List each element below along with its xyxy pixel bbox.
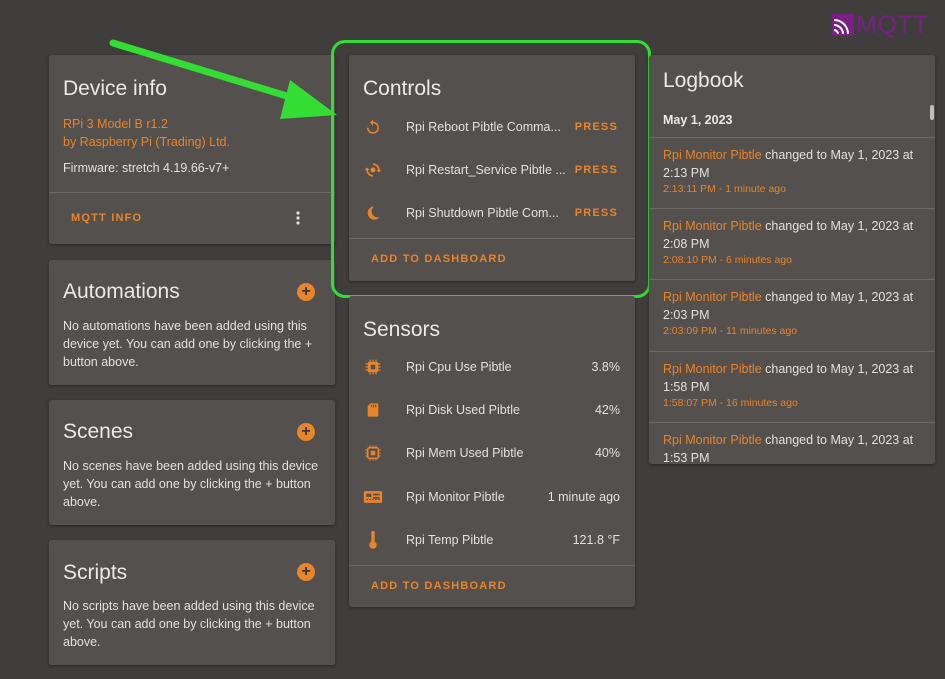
divider — [349, 238, 635, 239]
log-text-time: 2:13 PM — [663, 166, 710, 180]
divider — [649, 208, 935, 209]
log-text: changed to May 1, 2023 at — [761, 219, 914, 233]
sensors-title: Sensors — [363, 318, 441, 341]
sensor-value: 3.8% — [591, 359, 621, 374]
mqtt-waves-icon — [832, 14, 854, 36]
press-button[interactable]: PRESS — [575, 121, 618, 133]
automations-title: Automations — [63, 280, 180, 303]
logbook-card: Logbook May 1, 2023 Rpi Monitor Pibtle c… — [649, 55, 935, 464]
thermometer-icon — [363, 530, 383, 550]
sensor-label: Rpi Monitor Pibtle — [406, 489, 505, 504]
scenes-empty-text: No scenes have been added using this dev… — [63, 459, 319, 509]
device-firmware: Firmware: stretch 4.19.66-v7+ — [63, 161, 230, 175]
annotation-arrow-icon — [109, 39, 337, 119]
log-text: changed to May 1, 2023 at — [761, 290, 914, 304]
scenes-title: Scenes — [63, 420, 134, 443]
log-entity-link[interactable]: Rpi Monitor Pibtle — [663, 219, 762, 233]
log-text-time: 2:08 PM — [663, 237, 710, 251]
divider — [649, 279, 935, 280]
cpu-icon — [363, 357, 383, 377]
restart-icon — [363, 117, 383, 137]
sensor-row-mem[interactable]: Rpi Mem Used Pibtle 40% — [349, 431, 635, 474]
log-text-time: 1:53 PM — [663, 451, 710, 464]
log-entity-link[interactable]: Rpi Monitor Pibtle — [663, 148, 762, 162]
divider — [49, 192, 335, 193]
sensor-value: 40% — [594, 445, 620, 460]
press-button[interactable]: PRESS — [575, 164, 618, 176]
sensor-label: Rpi Disk Used Pibtle — [406, 402, 520, 417]
log-timestamp[interactable]: 2:08:10 PM - 6 minutes ago — [663, 254, 921, 266]
mqtt-logo: MQTT — [832, 10, 929, 39]
scrollbar[interactable] — [930, 105, 934, 120]
sensor-label: Rpi Temp Pibtle — [406, 532, 494, 547]
scripts-title: Scripts — [63, 561, 128, 584]
logbook-date: May 1, 2023 — [663, 113, 733, 127]
sensor-row-temp[interactable]: Rpi Temp Pibtle 121.8 °F — [349, 518, 635, 561]
more-vertical-icon[interactable] — [294, 210, 302, 226]
log-entity-link[interactable]: Rpi Monitor Pibtle — [663, 433, 762, 447]
log-entity-link[interactable]: Rpi Monitor Pibtle — [663, 290, 762, 304]
log-text-time: 2:03 PM — [663, 308, 710, 322]
control-label: Rpi Shutdown Pibtle Com... — [406, 205, 559, 220]
board-icon — [363, 487, 383, 507]
divider — [649, 351, 935, 352]
add-automation-button[interactable]: + — [297, 283, 315, 301]
automations-card: Automations + No automations have been a… — [49, 260, 335, 385]
automations-empty-text: No automations have been added using thi… — [63, 319, 313, 369]
control-row-reboot: Rpi Reboot Pibtle Comma... PRESS — [349, 105, 635, 148]
moon-icon — [363, 203, 383, 223]
sensors-card: Sensors Rpi Cpu Use Pibtle 3.8% Rpi Disk… — [349, 296, 635, 607]
log-entry: Rpi Monitor Pibtle changed to May 1, 202… — [649, 360, 935, 409]
log-entry: Rpi Monitor Pibtle changed to May 1, 202… — [649, 146, 935, 195]
log-timestamp[interactable]: 2:03:09 PM - 11 minutes ago — [663, 325, 921, 337]
scripts-empty-text: No scripts have been added using this de… — [63, 599, 315, 649]
sensor-label: Rpi Cpu Use Pibtle — [406, 359, 512, 374]
controls-card: Controls Rpi Reboot Pibtle Comma... PRES… — [349, 55, 635, 281]
press-button[interactable]: PRESS — [575, 207, 618, 219]
log-entity-link[interactable]: Rpi Monitor Pibtle — [663, 362, 762, 376]
scripts-card: Scripts + No scripts have been added usi… — [49, 540, 335, 665]
controls-add-to-dashboard-button[interactable]: ADD TO DASHBOARD — [371, 253, 507, 265]
log-timestamp[interactable]: 1:58:07 PM - 16 minutes ago — [663, 397, 921, 409]
chip-icon — [363, 443, 383, 463]
logbook-title: Logbook — [663, 69, 744, 92]
sd-card-icon — [363, 400, 383, 420]
log-text-time: 1:58 PM — [663, 380, 710, 394]
service-restart-icon — [363, 160, 383, 180]
mqtt-info-button[interactable]: MQTT INFO — [71, 212, 142, 224]
add-script-button[interactable]: + — [297, 563, 315, 581]
sensor-row-monitor[interactable]: Rpi Monitor Pibtle 1 minute ago — [349, 475, 635, 518]
log-entry: Rpi Monitor Pibtle changed to May 1, 202… — [649, 288, 935, 337]
scenes-card: Scenes + No scenes have been added using… — [49, 400, 335, 525]
sensor-value: 42% — [594, 402, 620, 417]
log-text: changed to May 1, 2023 at — [761, 362, 914, 376]
sensor-row-disk[interactable]: Rpi Disk Used Pibtle 42% — [349, 388, 635, 431]
log-text: changed to May 1, 2023 at — [761, 433, 914, 447]
control-label: Rpi Reboot Pibtle Comma... — [406, 119, 561, 134]
sensor-row-cpu[interactable]: Rpi Cpu Use Pibtle 3.8% — [349, 345, 635, 388]
mqtt-logo-text: MQTT — [856, 10, 929, 39]
sensors-add-to-dashboard-button[interactable]: ADD TO DASHBOARD — [371, 580, 507, 592]
sensor-label: Rpi Mem Used Pibtle — [406, 445, 524, 460]
control-row-restart-service: Rpi Restart_Service Pibtle ... PRESS — [349, 148, 635, 191]
divider — [649, 137, 935, 138]
divider — [349, 565, 635, 566]
sensor-value: 1 minute ago — [547, 489, 620, 504]
log-entry: Rpi Monitor Pibtle changed to May 1, 202… — [649, 217, 935, 266]
control-label: Rpi Restart_Service Pibtle ... — [406, 162, 566, 177]
log-entry: Rpi Monitor Pibtle changed to May 1, 202… — [649, 431, 935, 464]
sensor-value: 121.8 °F — [572, 532, 620, 547]
add-scene-button[interactable]: + — [297, 423, 315, 441]
log-timestamp[interactable]: 2:13:11 PM - 1 minute ago — [663, 183, 921, 195]
divider — [649, 422, 935, 423]
device-manufacturer: by Raspberry Pi (Trading) Ltd. — [63, 135, 230, 149]
log-text: changed to May 1, 2023 at — [761, 148, 914, 162]
controls-title: Controls — [363, 77, 442, 100]
control-row-shutdown: Rpi Shutdown Pibtle Com... PRESS — [349, 191, 635, 234]
